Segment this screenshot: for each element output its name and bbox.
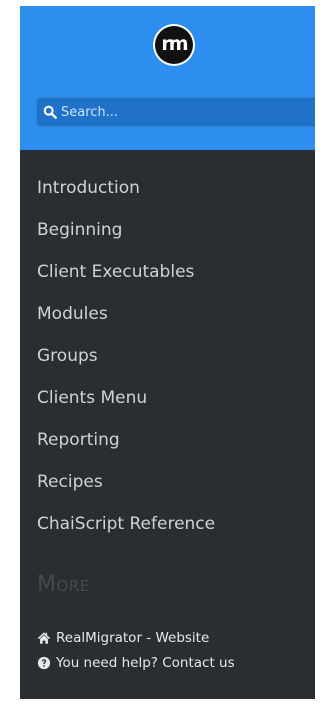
more-links: RealMigrator - Website You need help? Co… xyxy=(37,627,235,677)
nav-item-beginning[interactable]: Beginning xyxy=(37,216,215,258)
nav-item-chaiscript-reference[interactable]: ChaiScript Reference xyxy=(37,510,215,552)
nav-item-modules[interactable]: Modules xyxy=(37,300,215,342)
contact-link-label: You need help? Contact us xyxy=(56,655,235,671)
nav-item-recipes[interactable]: Recipes xyxy=(37,468,215,510)
website-link[interactable]: RealMigrator - Website xyxy=(37,627,235,649)
nav-item-clients-menu[interactable]: Clients Menu xyxy=(37,384,215,426)
contact-link[interactable]: You need help? Contact us xyxy=(37,652,235,674)
more-heading: More xyxy=(37,572,90,597)
logo[interactable]: rm xyxy=(155,26,193,64)
search-box[interactable] xyxy=(36,97,315,127)
nav-item-groups[interactable]: Groups xyxy=(37,342,215,384)
nav-item-client-executables[interactable]: Client Executables xyxy=(37,258,215,300)
home-icon xyxy=(37,632,51,644)
website-link-label: RealMigrator - Website xyxy=(56,630,210,646)
brand-header: rm xyxy=(20,6,315,150)
question-circle-icon xyxy=(37,656,51,670)
sidebar: rm Introduction Beginning Client Executa… xyxy=(20,6,315,699)
nav-menu: Introduction Beginning Client Executable… xyxy=(37,174,215,552)
search-input[interactable] xyxy=(61,104,301,120)
nav-item-reporting[interactable]: Reporting xyxy=(37,426,215,468)
logo-text: rm xyxy=(161,32,188,55)
search-icon xyxy=(43,105,57,119)
nav-item-introduction[interactable]: Introduction xyxy=(37,174,215,216)
